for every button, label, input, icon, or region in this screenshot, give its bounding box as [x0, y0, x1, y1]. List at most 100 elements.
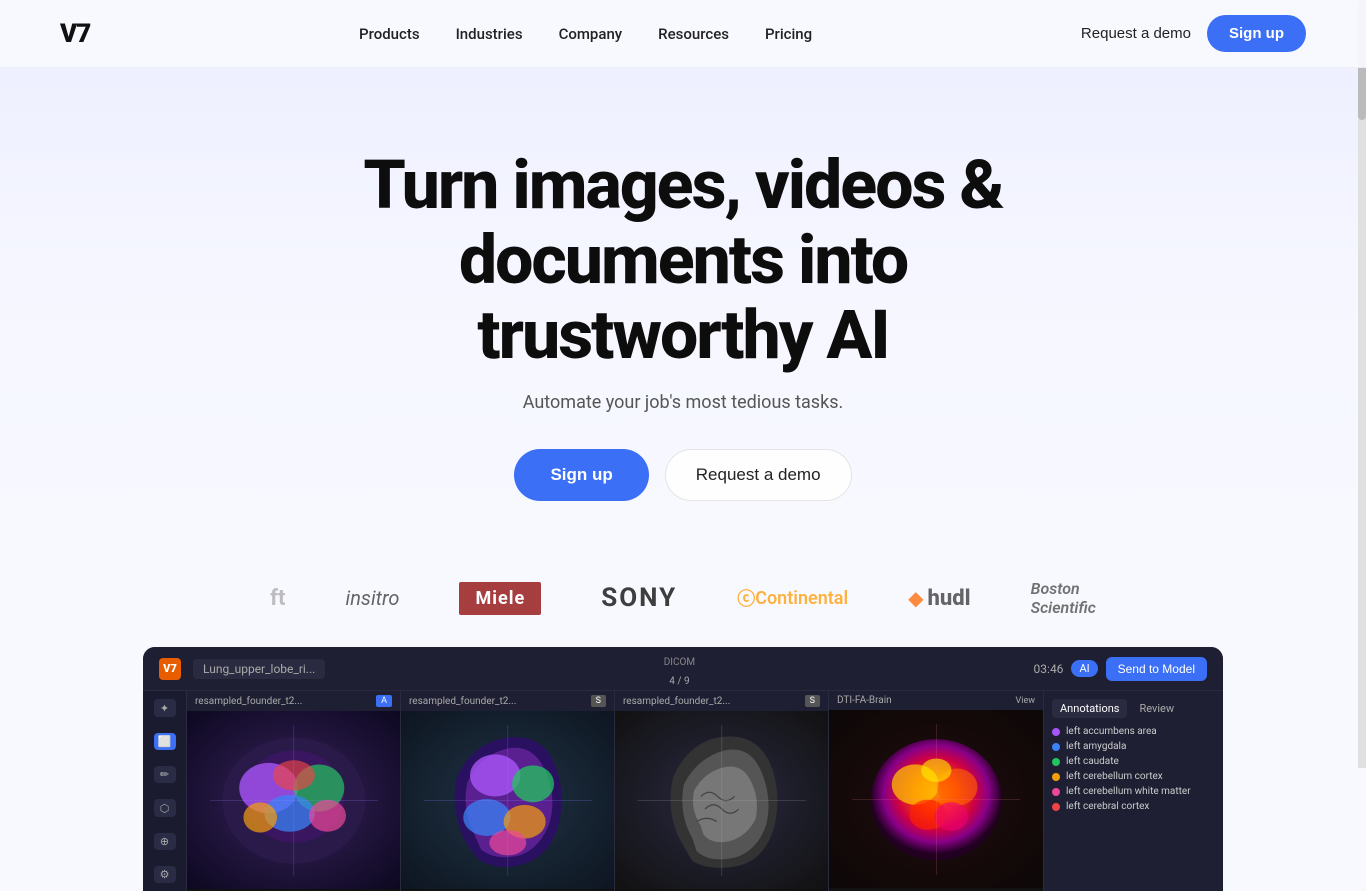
panel-1-label: resampled_founder_t2...	[195, 696, 302, 707]
logo-insitro-text: insitro	[346, 586, 400, 610]
signup-nav-button[interactable]: Sign up	[1207, 15, 1306, 52]
panel-3-badge: S	[805, 695, 820, 707]
app-titlebar: V7 Lung_upper_lobe_ri... DICOM 4 / 9 03:…	[143, 647, 1223, 691]
panel-3-header: resampled_founder_t2... S	[615, 691, 828, 711]
annotation-item-2: left amygdala	[1052, 741, 1215, 752]
annotation-list: left accumbens area left amygdala left c…	[1052, 726, 1215, 812]
app-logo: V7	[159, 658, 181, 680]
sidebar-settings-icon[interactable]: ⚙	[154, 866, 176, 883]
nav-links: Products Industries Company Resources Pr…	[359, 24, 812, 43]
brain-panels: resampled_founder_t2... A	[187, 691, 1043, 891]
app-filename: Lung_upper_lobe_ri...	[193, 659, 325, 679]
annotations-tab[interactable]: Annotations	[1052, 699, 1127, 718]
sidebar-annotate-icon[interactable]: ⬜	[154, 733, 176, 750]
annotation-dot-4	[1052, 773, 1060, 781]
logo-item-insitro: insitro	[346, 586, 400, 610]
signup-hero-button[interactable]: Sign up	[514, 449, 648, 501]
logo-item-left: ft	[270, 586, 285, 611]
send-to-model-button[interactable]: Send to Model	[1106, 657, 1207, 681]
request-demo-nav-button[interactable]: Request a demo	[1081, 25, 1191, 42]
logo-hudl-text: hudl	[928, 586, 971, 611]
logo-continental-symbol: ⓒ	[737, 585, 755, 611]
app-screenshot: V7 Lung_upper_lobe_ri... DICOM 4 / 9 03:…	[143, 647, 1223, 891]
nav-industries[interactable]: Industries	[456, 25, 523, 43]
logo-miele-text: Miele	[459, 582, 541, 615]
panel-2-header: resampled_founder_t2... S	[401, 691, 614, 711]
logo-item-sony: SONY	[601, 583, 677, 613]
annotations-panel: Annotations Review left accumbens area l…	[1043, 691, 1223, 891]
annotation-item-6: left cerebral cortex	[1052, 801, 1215, 812]
scrollbar-track	[1358, 0, 1366, 768]
brain-panel-3: resampled_founder_t2... S	[615, 691, 829, 891]
brain-panel-1: resampled_founder_t2... A	[187, 691, 401, 891]
logo-item-continental: ⓒ Continental	[737, 585, 848, 611]
panel-4-label: DTI-FA-Brain	[837, 695, 892, 706]
panel-2-label: resampled_founder_t2...	[409, 696, 516, 707]
logo-item-miele: Miele	[459, 582, 541, 615]
nav-resources[interactable]: Resources	[658, 25, 729, 43]
hudl-icon: ◆	[908, 586, 923, 610]
annotation-dot-2	[1052, 743, 1060, 751]
request-demo-hero-button[interactable]: Request a demo	[665, 449, 852, 501]
nav-pricing[interactable]: Pricing	[765, 25, 812, 43]
app-sidebar: ✦ ⬜ ✏ ⬡ ⊕ ⚙	[143, 691, 187, 891]
annotation-label-4: left cerebellum cortex	[1066, 771, 1163, 782]
review-tab[interactable]: Review	[1131, 699, 1182, 718]
hero-buttons: Sign up Request a demo	[60, 449, 1306, 501]
panel-tabs: Annotations Review	[1052, 699, 1215, 718]
panel-1-header: resampled_founder_t2... A	[187, 691, 400, 711]
annotation-label-3: left caudate	[1066, 756, 1119, 767]
sidebar-brush-icon[interactable]: ✏	[154, 766, 176, 783]
panel-3-label: resampled_founder_t2...	[623, 696, 730, 707]
logo-sony-text: SONY	[601, 583, 677, 613]
logo-boston-text: BostonScientific	[1031, 579, 1096, 617]
panel-3-image	[615, 711, 828, 889]
panel-1-image	[187, 711, 400, 889]
hero-headline: Turn images, videos & documents into tru…	[303, 148, 1063, 372]
brush-icon: ✏	[160, 768, 169, 781]
annotation-dot-3	[1052, 758, 1060, 766]
settings-icon: ⚙	[160, 868, 170, 881]
brain-panel-2: resampled_founder_t2... S	[401, 691, 615, 891]
hero-section: Turn images, videos & documents into tru…	[0, 68, 1366, 549]
hero-subtitle: Automate your job's most tedious tasks.	[60, 392, 1306, 413]
annotate-icon: ⬜	[158, 735, 172, 748]
panel-2-badge: S	[591, 695, 606, 707]
nav-company[interactable]: Company	[559, 25, 623, 43]
polygon-icon: ⬡	[160, 802, 170, 815]
app-body: ✦ ⬜ ✏ ⬡ ⊕ ⚙	[143, 691, 1223, 891]
brain-panel-4: DTI-FA-Brain View	[829, 691, 1043, 891]
annotation-label-2: left amygdala	[1066, 741, 1126, 752]
annotation-dot-5	[1052, 788, 1060, 796]
annotation-label-1: left accumbens area	[1066, 726, 1157, 737]
annotation-item-1: left accumbens area	[1052, 726, 1215, 737]
panel-4-image	[829, 710, 1043, 888]
sidebar-polygon-icon[interactable]: ⬡	[154, 799, 176, 816]
annotation-dot-6	[1052, 803, 1060, 811]
panel-4-badge: View	[1016, 696, 1035, 706]
annotation-item-5: left cerebellum white matter	[1052, 786, 1215, 797]
nav-actions: Request a demo Sign up	[1081, 15, 1306, 52]
zoom-icon: ⊕	[160, 835, 169, 848]
sidebar-cursor-icon[interactable]: ✦	[154, 699, 176, 716]
logo-item-boston: BostonScientific	[1031, 579, 1096, 617]
nav-products[interactable]: Products	[359, 25, 420, 43]
annotation-dot-1	[1052, 728, 1060, 736]
annotation-label-6: left cerebral cortex	[1066, 801, 1149, 812]
panel-2-image	[401, 711, 614, 889]
navbar: V7 Products Industries Company Resources…	[0, 0, 1366, 68]
sidebar-zoom-icon[interactable]: ⊕	[154, 833, 176, 850]
annotation-item-4: left cerebellum cortex	[1052, 771, 1215, 782]
timer-badge: AI	[1071, 660, 1097, 677]
logo[interactable]: V7	[60, 19, 90, 49]
app-timer: 03:46 AI Send to Model	[1034, 657, 1207, 681]
cursor-icon: ✦	[160, 702, 169, 715]
panel-4-header: DTI-FA-Brain View	[829, 691, 1043, 710]
logo-continental-text: Continental	[755, 588, 848, 609]
dicom-info: DICOM 4 / 9	[337, 650, 1021, 688]
annotation-label-5: left cerebellum white matter	[1066, 786, 1191, 797]
logo-item-hudl: ◆ hudl	[908, 586, 970, 611]
panel-1-badge: A	[376, 695, 392, 707]
logos-bar: ft insitro Miele SONY ⓒ Continental ◆ hu…	[0, 549, 1366, 647]
annotation-item-3: left caudate	[1052, 756, 1215, 767]
